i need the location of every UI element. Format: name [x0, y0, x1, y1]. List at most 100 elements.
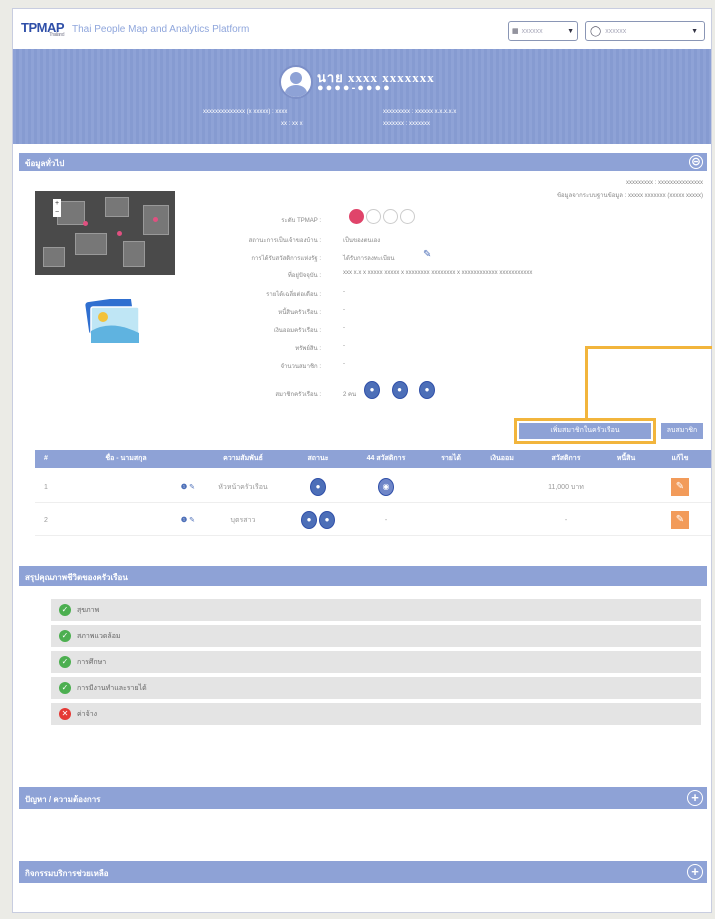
edit-row-button[interactable]: ✎	[671, 511, 689, 529]
detail-label: ที่อยู่ปัจจุบัน :	[287, 273, 321, 279]
edit-cell: ✎	[649, 511, 711, 529]
profile-id: ●●●●-●●●●	[317, 82, 392, 94]
check-icon: ✓	[59, 604, 71, 616]
member-count: 2 คน	[343, 392, 357, 398]
welfare-amount: 11,000 บาท	[548, 483, 584, 491]
calendar-value: xxxxxx	[521, 27, 543, 35]
quality-label: ค่าจ้าง	[77, 710, 98, 718]
row-number: 1	[44, 483, 48, 491]
note-line: xxxxxxxxx : xxxxxxxxxxxxxxx	[625, 180, 703, 186]
detail-value: ได้รับการลงทะเบียน	[343, 256, 395, 262]
check-icon: ✓	[59, 630, 71, 642]
map-pin-icon	[117, 231, 122, 236]
relation: หัวหน้าครัวเรือน	[218, 483, 268, 491]
member-name-actions[interactable]: ❶ ✎	[57, 516, 195, 524]
col-header: ความสัมพันธ์	[223, 455, 263, 462]
profile-hero: นาย xxxx xxxxxxx ●●●●-●●●● xxxxxxxxxxxxx…	[13, 49, 711, 144]
panel-title: ปัญหา / ความต้องการ	[25, 795, 101, 804]
calendar-dropdown[interactable]: ▦ xxxxxx ▼	[508, 21, 578, 41]
photo-gallery-icon[interactable]	[81, 299, 141, 345]
detail-value: -	[343, 325, 345, 331]
quality-label: สภาพแวดล้อม	[77, 632, 121, 640]
person-icon: ●	[310, 478, 326, 496]
quality-item: ✕ ค่าจ้าง	[51, 703, 701, 725]
person-icon: ●	[319, 511, 335, 529]
row-number: 2	[44, 516, 48, 524]
member-icons: ● ● ●	[363, 381, 436, 399]
edit-icon[interactable]: ✎	[423, 249, 431, 260]
collapse-icon[interactable]: ⊝	[689, 155, 703, 169]
level-heart-icon	[349, 209, 364, 224]
status-cell: ● ●	[291, 511, 345, 529]
col-header: แก้ไข	[671, 455, 689, 462]
quality-label: การศึกษา	[77, 658, 107, 666]
detail-value: -	[343, 361, 345, 367]
welfare-cell: ◉	[345, 478, 427, 496]
tpmap-level-indicator	[349, 209, 417, 224]
member-name-actions[interactable]: ❶ ✎	[57, 483, 195, 491]
caret-down-icon: ▼	[691, 27, 698, 35]
detail-label: ระดับ TPMAP :	[281, 218, 321, 224]
edit-cell: ✎	[649, 478, 711, 496]
member-table-header: # ชื่อ - นามสกุล ความสัมพันธ์ สถานะ 44 ส…	[35, 450, 711, 468]
relation: บุตรสาว	[230, 516, 256, 524]
info-icon[interactable]: ❶	[181, 517, 187, 524]
app-title: Thai People Map and Analytics Platform	[72, 23, 250, 35]
panel-title: ข้อมูลทั่วไป	[25, 159, 65, 168]
detail-label: ทรัพย์สิน :	[295, 346, 321, 352]
welfare-icon: ◉	[378, 478, 394, 496]
user-icon: ◯	[590, 25, 602, 37]
detail-value: xxx x.x x xxxxx xxxxx x xxxxxxxx xxxxxxx…	[343, 270, 533, 276]
detail-label: รายได้เฉลี่ยต่อเดือน :	[266, 292, 321, 298]
annotation-line	[585, 346, 712, 349]
col-header: สถานะ	[307, 455, 329, 462]
col-header: #	[44, 455, 48, 462]
zoom-control[interactable]: + −	[53, 199, 61, 217]
col-header: ชื่อ - นามสกุล	[105, 455, 147, 462]
detail-value: -	[343, 289, 345, 295]
detail-label: สถานะการเป็นเจ้าของบ้าน :	[248, 238, 321, 244]
person-icon: ●	[391, 381, 408, 399]
quality-label: การมีงานทำและรายได้	[77, 684, 147, 692]
service-panel-header[interactable]: กิจกรรมบริการช่วยเหลือ +	[19, 861, 707, 883]
quality-item: ✓ สุขภาพ	[51, 599, 701, 621]
quality-item: ✓ การมีงานทำและรายได้	[51, 677, 701, 699]
panel-title: กิจกรรมบริการช่วยเหลือ	[25, 869, 109, 878]
detail-label: เงินออมครัวเรือน :	[273, 328, 321, 334]
top-bar: TPMAP Thailand Thai People Map and Analyt…	[13, 9, 711, 49]
person-icon: ●	[301, 511, 317, 529]
detail-label: จำนวนสมาชิก :	[280, 364, 321, 370]
col-header: สวัสดิการ	[551, 455, 581, 462]
panel-title: สรุปคุณภาพชีวิตของครัวเรือน	[25, 573, 128, 582]
note-line: ข้อมูลจากระบบฐานข้อมูล : xxxxx xxxxxxx (…	[556, 193, 703, 199]
info-icon[interactable]: ❶	[181, 484, 187, 491]
person-icon: ●	[364, 381, 380, 399]
check-icon: ✓	[59, 656, 71, 668]
expand-icon[interactable]: +	[687, 864, 703, 880]
quality-label: สุขภาพ	[77, 606, 100, 614]
person-icon: ●	[419, 381, 436, 399]
detail-label: หนี้สินครัวเรือน :	[278, 310, 321, 316]
profile-info: xxxxxxx : xxxxxxx	[383, 121, 431, 127]
quality-panel-header: สรุปคุณภาพชีวิตของครัวเรือน	[19, 566, 707, 586]
add-member-button[interactable]: เพิ่มสมาชิกในครัวเรือน	[514, 418, 656, 444]
delete-member-button[interactable]: ลบสมาชิก	[661, 423, 703, 439]
tpmap-logo[interactable]: TPMAP Thailand	[21, 20, 65, 38]
location-map[interactable]: + −	[35, 191, 175, 275]
profile-info: xxxxxxxxxxxxxx (x xxxxx) : xxxx	[203, 109, 288, 115]
user-dropdown[interactable]: ◯ xxxxxx ▼	[585, 21, 705, 41]
edit-row-button[interactable]: ✎	[671, 478, 689, 496]
table-row: 2 ❶ ✎ บุตรสาว ● ● - - ✎	[35, 505, 711, 536]
detail-label: สมาชิกครัวเรือน :	[275, 392, 321, 398]
profile-info: xx : xx x	[281, 121, 303, 127]
detail-value: -	[343, 343, 345, 349]
problem-panel-header[interactable]: ปัญหา / ความต้องการ +	[19, 787, 707, 809]
user-value: xxxxxx	[605, 27, 627, 35]
avatar-icon	[279, 65, 313, 99]
col-header: หนี้สิน	[616, 455, 636, 462]
profile-info: xxxxxxxxx : xxxxxx x.x.x.x.x	[383, 109, 457, 115]
expand-icon[interactable]: +	[687, 790, 703, 806]
detail-value: เป็นของตนเอง	[343, 238, 381, 244]
table-row: 1 ❶ ✎ หัวหน้าครัวเรือน ● ◉ 11,000 บาท ✎	[35, 472, 711, 503]
caret-down-icon: ▼	[567, 27, 574, 35]
